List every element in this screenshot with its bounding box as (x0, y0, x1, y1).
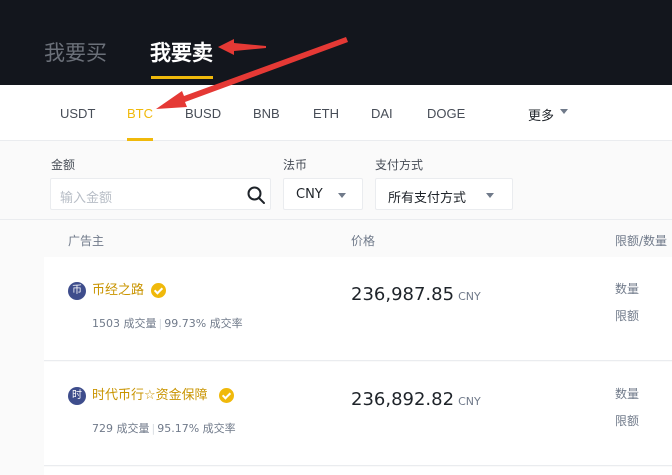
column-advertiser: 广告主 (68, 234, 105, 248)
payment-method-label: 支付方式 (375, 158, 424, 172)
column-price: 价格 (351, 234, 376, 248)
avatar: 时 (68, 387, 86, 405)
price-currency: CNY (458, 290, 481, 303)
price-value: 236,987.85 (351, 284, 455, 305)
column-limits: 限额/数量 (615, 234, 668, 248)
verified-icon (219, 388, 234, 403)
fiat-value: CNY (296, 187, 323, 202)
completion-rate: 99.73% 成交率 (164, 317, 243, 330)
order-count: 1503 成交量 (92, 317, 157, 330)
active-tab-indicator (151, 76, 213, 79)
avatar: 币 (68, 282, 86, 300)
verified-icon (151, 283, 166, 298)
tab-buy[interactable]: 我要买 (44, 38, 107, 68)
tab-sell[interactable]: 我要卖 (150, 38, 213, 68)
fiat-label: 法币 (283, 158, 308, 172)
advertiser-stats: 1503 成交量 | 99.73% 成交率 (92, 317, 243, 330)
table-row: 时 时代币行☆资金保障 729 成交量 | 95.17% 成交率 236,892.8… (44, 362, 672, 466)
amount-input[interactable]: 输入金额 (50, 178, 271, 210)
coin-tab-dai[interactable]: DAI (371, 105, 393, 123)
price: 236,892.82 CNY (351, 388, 481, 414)
coin-tab-eth[interactable]: ETH (313, 105, 339, 123)
coin-selector-bar: USDT BTC BUSD BNB ETH DAI DOGE 更多 (0, 85, 672, 141)
more-coins-button[interactable]: 更多 (528, 105, 554, 124)
limit-label: 限额 (615, 414, 640, 428)
table-header: 广告主 价格 限额/数量 (0, 219, 672, 257)
table-row: 币 币经之路 1503 成交量 | 99.73% 成交率 236,987.85 CNY… (44, 257, 672, 361)
advertiser-name[interactable]: 时代币行☆资金保障 (92, 386, 208, 406)
chevron-down-icon (338, 193, 346, 198)
limit-label: 限额 (615, 309, 640, 323)
payment-method-value: 所有支付方式 (388, 191, 467, 206)
price: 236,987.85 CNY (351, 283, 481, 309)
coin-tab-doge[interactable]: DOGE (427, 105, 465, 123)
chevron-down-icon (486, 193, 494, 198)
price-value: 236,892.82 (351, 389, 455, 410)
coin-tab-busd[interactable]: BUSD (185, 105, 221, 123)
trade-direction-header: 我要买 我要卖 (0, 0, 672, 85)
advertiser-name[interactable]: 币经之路 (92, 281, 144, 301)
quantity-label: 数量 (615, 387, 640, 401)
coin-tab-bnb[interactable]: BNB (253, 105, 280, 123)
next-row-edge (44, 467, 672, 475)
completion-rate: 95.17% 成交率 (157, 422, 236, 435)
coin-tab-usdt[interactable]: USDT (60, 105, 95, 123)
price-currency: CNY (458, 395, 481, 408)
coin-tab-btc[interactable]: BTC (127, 105, 153, 123)
amount-placeholder: 输入金额 (60, 191, 113, 206)
search-icon[interactable] (246, 185, 266, 205)
order-count: 729 成交量 (92, 422, 150, 435)
payment-method-select[interactable]: 所有支付方式 (375, 178, 513, 210)
fiat-select[interactable]: CNY (283, 178, 363, 210)
amount-label: 金额 (51, 158, 76, 172)
chevron-down-icon (560, 109, 568, 114)
active-coin-indicator (127, 138, 153, 141)
quantity-label: 数量 (615, 282, 640, 296)
advertiser-stats: 729 成交量 | 95.17% 成交率 (92, 422, 236, 435)
filter-bar: 金额 输入金额 法币 CNY 支付方式 所有支付方式 (0, 142, 672, 219)
